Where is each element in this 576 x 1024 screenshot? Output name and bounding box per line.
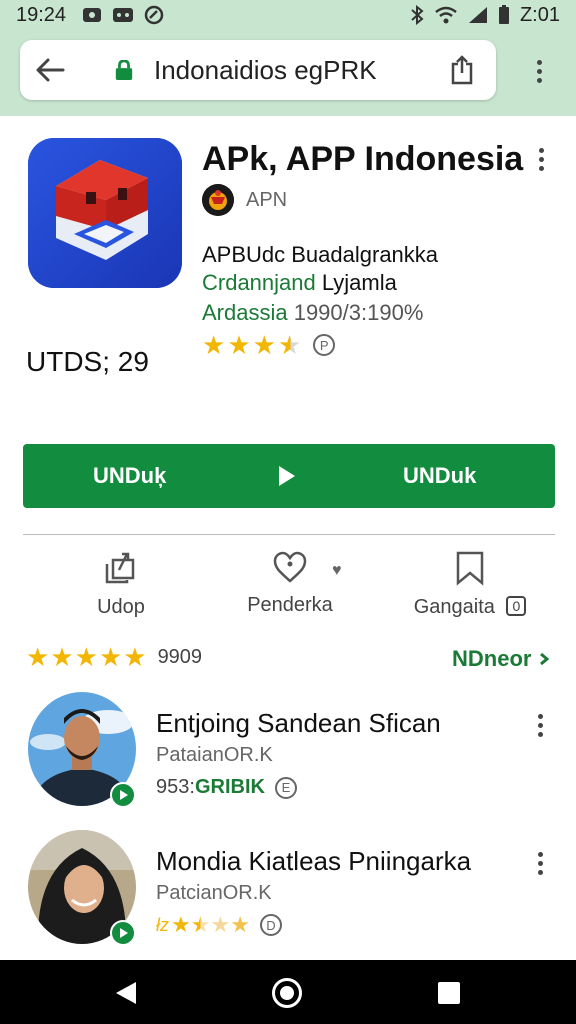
action-udop[interactable]: Udop (86, 550, 156, 619)
more-reviews-link[interactable]: NDneor (452, 646, 550, 672)
install-button-label-left: UNDuķ (93, 463, 167, 488)
sync-icon (144, 5, 164, 25)
review-meta-tag[interactable]: GRIBIK (195, 776, 265, 799)
heart-icon (273, 551, 307, 583)
bluetooth-icon (411, 5, 424, 25)
small-heart-icon: ♥ (332, 562, 342, 579)
more-vert-icon (538, 147, 544, 153)
app-tag[interactable]: Ardassia (202, 300, 288, 325)
review-meta: łz ★ ★ ★ ★ D (156, 914, 282, 936)
developer-name[interactable]: APN (246, 189, 287, 212)
more-vert-icon (537, 851, 543, 857)
action-label: Udop (97, 596, 145, 618)
reviewer-name: Mondia Kiatleas Pniingarka (156, 846, 472, 876)
rating-count: 9909 (157, 645, 203, 668)
star-icon: ★ (74, 642, 98, 672)
battery-icon (498, 5, 509, 24)
review-meta: 953: GRIBIK E (156, 776, 297, 799)
reviewer-subtitle: PatcianOR.K (156, 882, 272, 904)
action-label: Penderka (247, 594, 333, 616)
url-text[interactable]: Indonaidios egPRK (154, 55, 442, 86)
share-button[interactable] (442, 50, 482, 90)
rating-summary: ★ ★ ★ ★ ★ 9909 (26, 644, 202, 670)
review-info-icon[interactable]: D (259, 914, 282, 936)
star-icon: ★ (202, 330, 226, 360)
review-item[interactable]: Mondia Kiatleas Pniingarka PatcianOR.K ł… (0, 830, 576, 950)
status-clock-right: Z:01 (519, 3, 560, 26)
install-button-label-right: UNDuk (403, 463, 477, 488)
bookmark-icon (456, 551, 484, 586)
back-arrow-icon (36, 58, 65, 82)
status-time: 19:24 (16, 3, 67, 26)
nav-recents-icon[interactable] (438, 982, 460, 1004)
address-bar[interactable]: Indonaidios egPRK (20, 40, 496, 100)
star-icon: ★ (171, 912, 191, 937)
review-menu-button[interactable] (530, 848, 550, 878)
share-icon (451, 55, 473, 85)
star-icon: ★ (230, 912, 250, 937)
star-icon: ★ (190, 912, 211, 937)
reviewer-subtitle: PataianOR.K (156, 744, 273, 766)
chevron-right-icon (540, 652, 550, 666)
action-gangaita[interactable]: Gangaita 0 (400, 550, 540, 619)
review-info-icon[interactable]: E (274, 776, 297, 799)
star-icon: ★ (123, 642, 147, 672)
rating-info-icon[interactable]: P (313, 334, 336, 356)
review-stars: łz ★ ★ ★ ★ (156, 914, 250, 936)
play-icon (279, 466, 295, 486)
action-penderka[interactable]: Penderka (240, 550, 340, 617)
message-icon (113, 8, 134, 22)
star-icon: ★ (26, 642, 50, 672)
developer-row[interactable]: APN (202, 184, 287, 216)
browser-menu-button[interactable] (524, 56, 554, 86)
status-bar: 19:24 Z:01 (0, 0, 576, 30)
app-stats: 1990/3:190% (287, 300, 424, 325)
review-stars-prefix: łz (156, 914, 169, 935)
system-nav-bar (0, 960, 576, 1024)
signal-icon (468, 7, 487, 23)
star-icon: ★ (227, 330, 251, 360)
app-icon (28, 138, 182, 288)
app-title: APk, APP Indonesia (202, 140, 524, 178)
star-icon: ★ (210, 912, 231, 937)
app-info-line-2: Crdannjand Lyjamla (202, 270, 397, 296)
star-half-icon: ★ (277, 330, 302, 360)
share-stack-icon (105, 552, 135, 584)
action-label: Gangaita 0 (414, 596, 527, 619)
review-menu-button[interactable] (530, 710, 550, 740)
more-vert-icon (537, 713, 543, 719)
badge-icon: 0 (506, 596, 527, 616)
star-icon: ★ (98, 642, 123, 672)
more-vert-icon (536, 59, 542, 65)
browser-toolbar: Indonaidios egPRK (0, 30, 576, 116)
divider (23, 534, 555, 535)
app-subcategory: Lyjamla (315, 270, 397, 295)
reviewer-name: Entjoing Sandean Sfican (156, 708, 441, 738)
install-button[interactable]: UNDuķ UNDuk (23, 444, 555, 508)
utds-label: UTDS; 29 (26, 346, 149, 377)
wifi-icon (435, 6, 457, 24)
verified-badge-icon (110, 920, 136, 946)
screenshot-icon (83, 8, 102, 22)
app-menu-button[interactable] (528, 142, 554, 176)
lock-icon (115, 60, 133, 80)
verified-badge-icon (110, 782, 136, 808)
review-item[interactable]: Entjoing Sandean Sfican PataianOR.K 953:… (0, 692, 576, 812)
nav-back-icon[interactable] (116, 982, 136, 1004)
more-reviews-label: NDneor (452, 646, 532, 671)
app-info-line-1: APBUdc Buadalgrankka (202, 242, 439, 267)
back-button[interactable] (20, 40, 80, 100)
review-meta-prefix: 953: (156, 776, 195, 798)
app-rating-stars: ★ ★ ★ ★ P (202, 330, 336, 360)
app-category[interactable]: Crdannjand (202, 270, 316, 295)
nav-home-icon[interactable] (272, 978, 302, 1008)
star-icon: ★ (252, 330, 276, 360)
star-icon: ★ (50, 642, 74, 672)
developer-logo-icon (202, 184, 234, 216)
status-icons-left (82, 5, 164, 25)
app-info-line-3: Ardassia 1990/3:190% (202, 300, 423, 326)
status-right: Z:01 (410, 4, 560, 27)
